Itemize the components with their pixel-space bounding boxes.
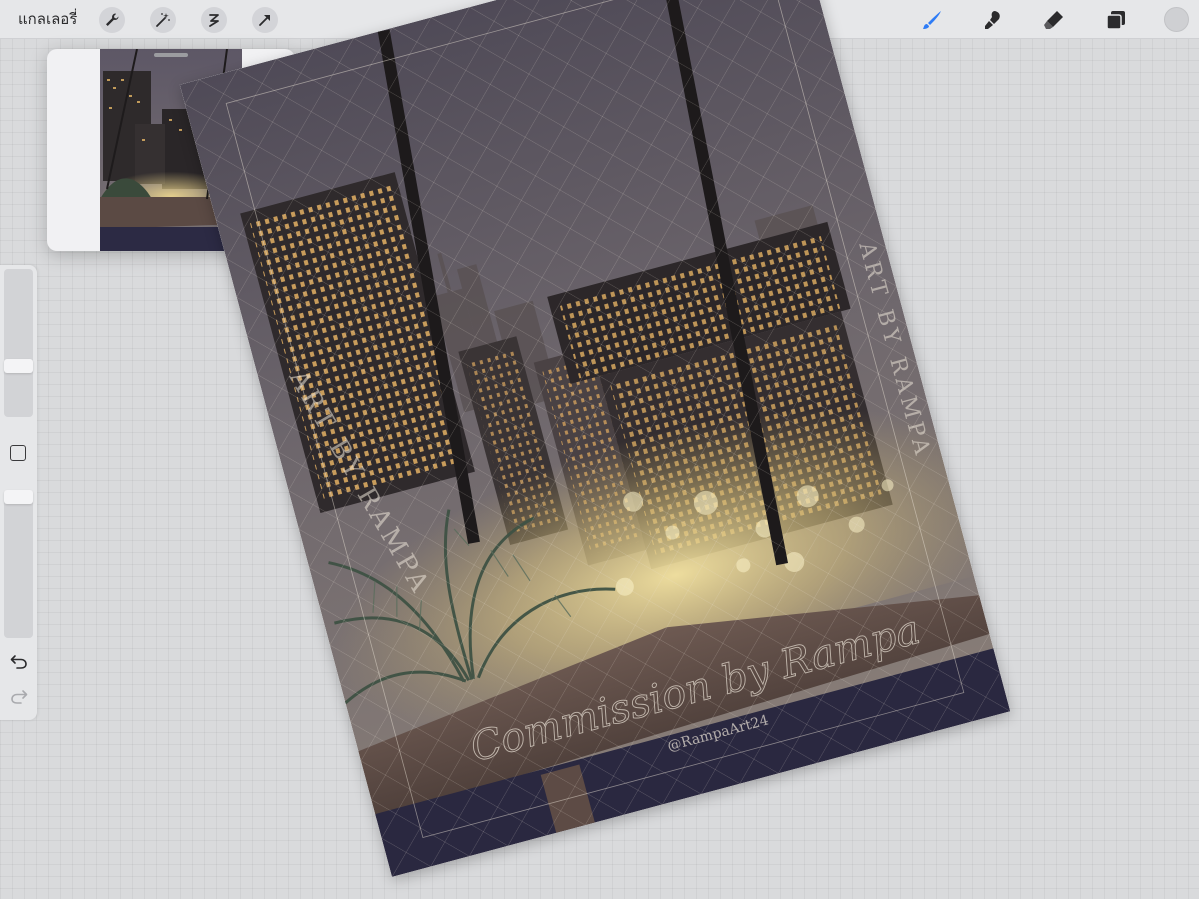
eraser-icon (1044, 11, 1063, 29)
left-sidebar (0, 265, 37, 720)
drawing-canvas[interactable]: ART BY RAMPA ART BY RAMPA Commission by … (179, 0, 1011, 877)
color-picker-button[interactable] (1164, 7, 1189, 32)
selection-button[interactable] (201, 7, 227, 33)
selection-icon (209, 14, 219, 27)
adjustments-button[interactable] (150, 7, 176, 33)
transform-arrow-icon (259, 15, 270, 26)
artwork: ART BY RAMPA ART BY RAMPA Commission by … (179, 0, 1011, 877)
wrench-icon (106, 13, 119, 26)
opacity-thumb[interactable] (4, 490, 33, 504)
reference-grabber[interactable] (154, 53, 188, 57)
eraser-button[interactable] (1041, 7, 1067, 33)
modify-square-icon[interactable] (10, 445, 26, 461)
gallery-button[interactable]: แกลเลอรี่ (18, 7, 77, 31)
opacity-slider[interactable] (4, 490, 33, 638)
brush-icon (923, 11, 941, 29)
brush-size-thumb[interactable] (4, 359, 33, 373)
actions-button[interactable] (99, 7, 125, 33)
layers-button[interactable] (1103, 7, 1129, 33)
brush-button[interactable] (919, 7, 945, 33)
redo-icon[interactable] (9, 686, 29, 706)
brush-size-slider[interactable] (4, 269, 33, 417)
smudge-icon (985, 11, 1000, 29)
layers-icon (1106, 11, 1125, 30)
undo-icon[interactable] (9, 651, 29, 671)
smudge-button[interactable] (980, 7, 1006, 33)
magic-wand-icon (156, 13, 170, 27)
transform-button[interactable] (252, 7, 278, 33)
